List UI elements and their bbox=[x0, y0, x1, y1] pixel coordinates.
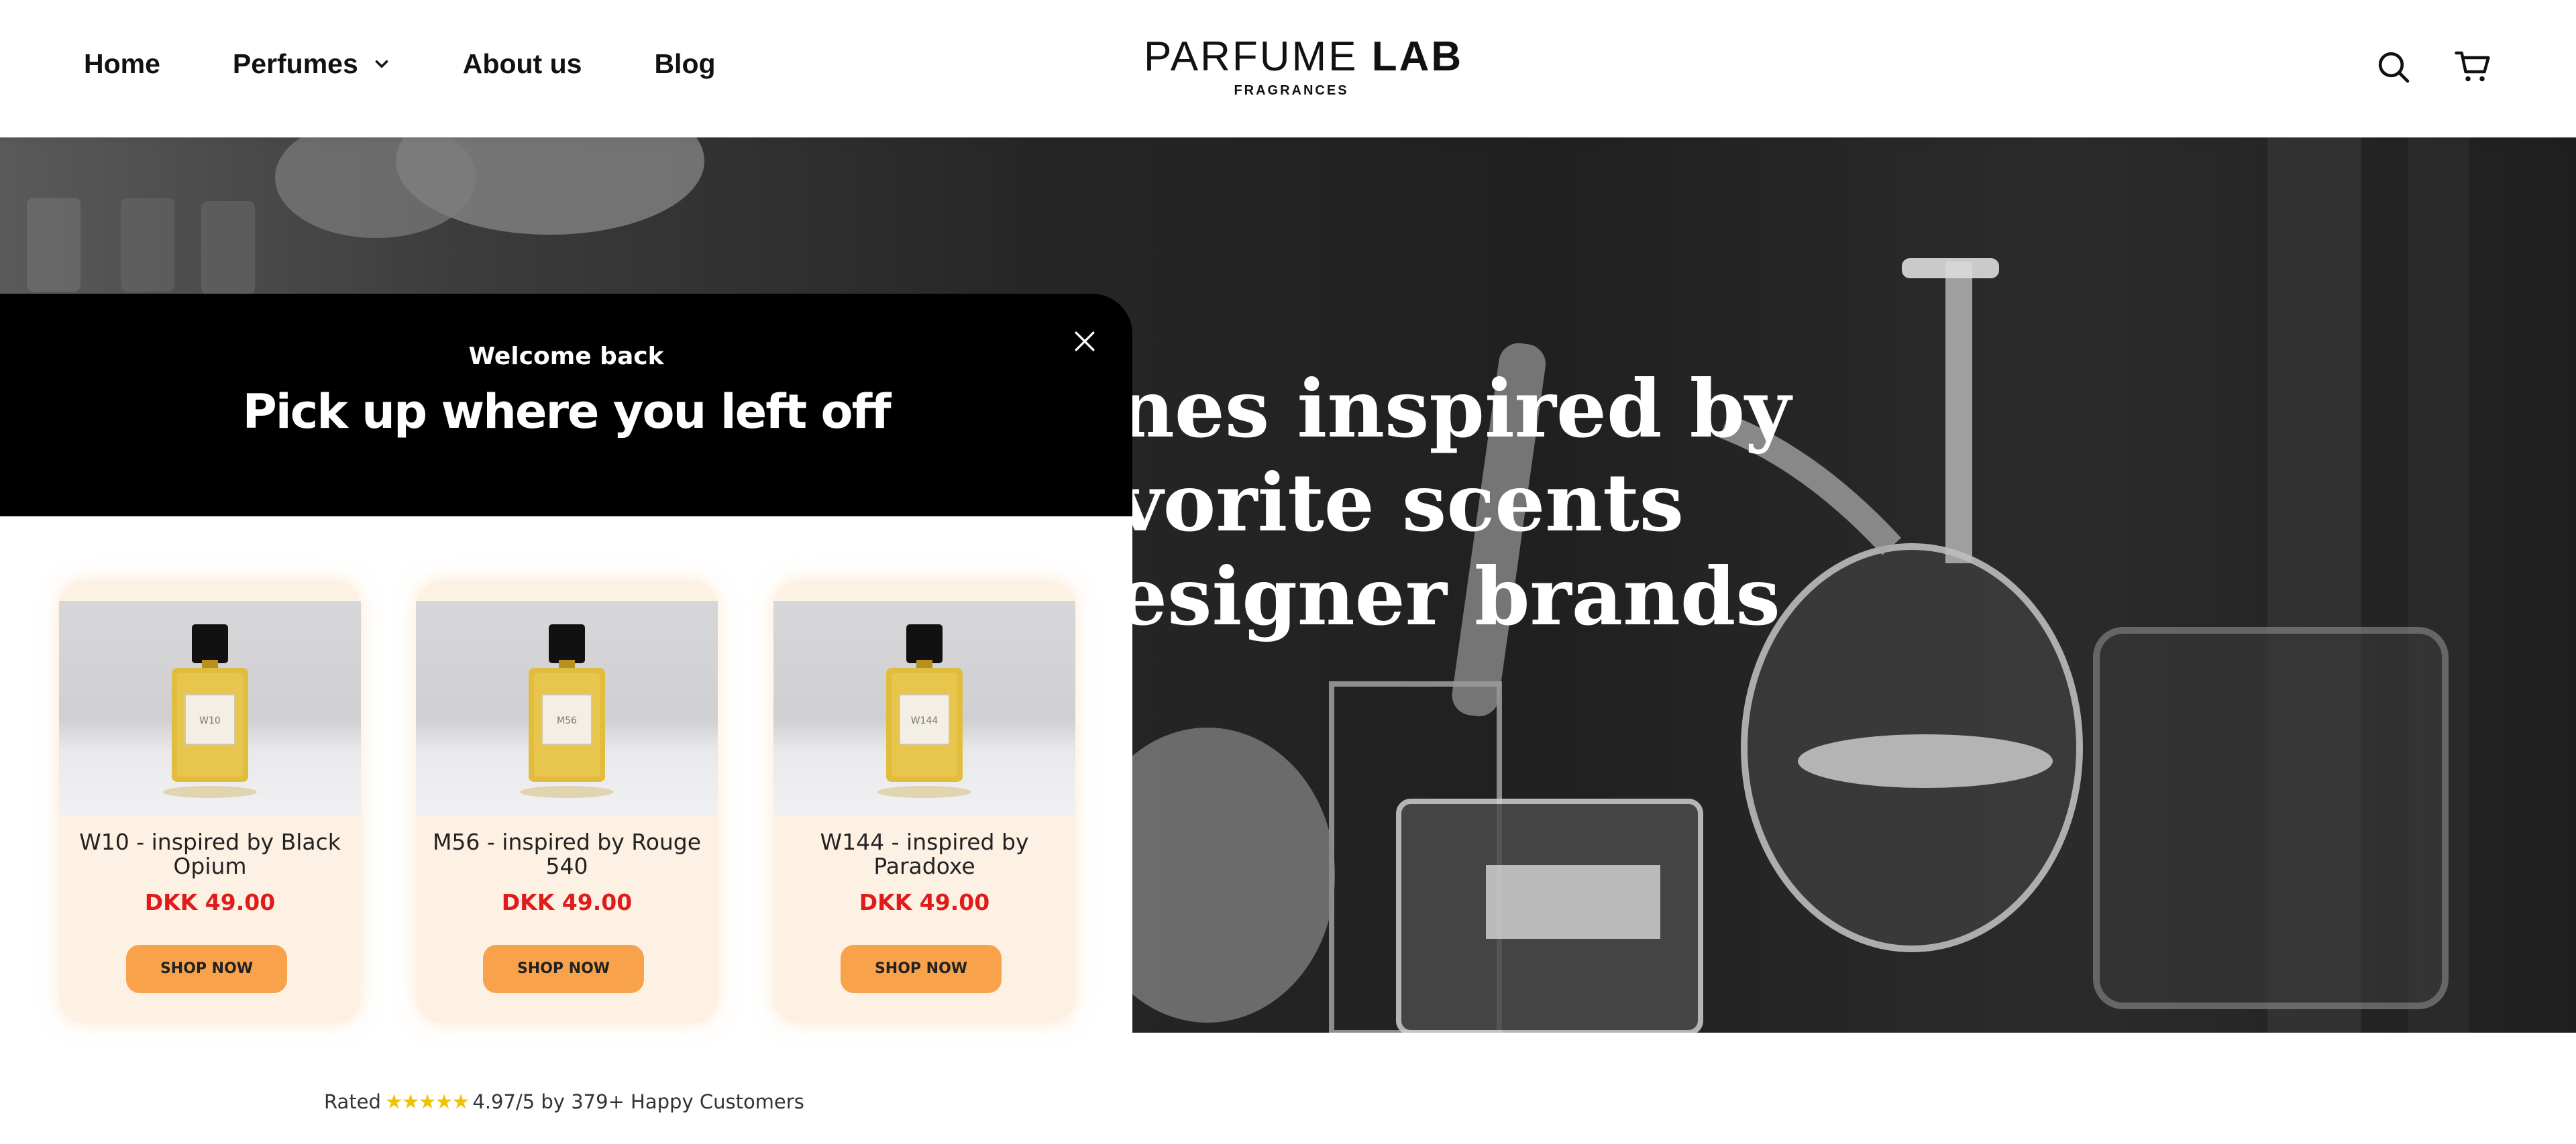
perfume-bottle-icon: M56 bbox=[520, 624, 614, 798]
popup-subtitle: Welcome back bbox=[468, 343, 664, 370]
product-image: W144 bbox=[773, 601, 1075, 815]
chevron-down-icon bbox=[375, 60, 388, 68]
nav-perfumes[interactable]: Perfumes bbox=[233, 48, 390, 80]
popup-header: Welcome back Pick up where you left off bbox=[0, 294, 1132, 516]
shop-now-button[interactable]: SHOP NOW bbox=[483, 945, 644, 993]
popup-body: W10 W10 - inspired by Black Opium DKK 49… bbox=[0, 516, 1132, 1037]
hero-line-1: nes inspired by bbox=[1117, 362, 1791, 455]
welcome-back-popup: Welcome back Pick up where you left off … bbox=[0, 294, 1132, 1037]
rating-prefix: Rated bbox=[324, 1090, 381, 1113]
search-icon[interactable] bbox=[2375, 48, 2412, 86]
rating-text: 4.97/5 by 379+ Happy Customers bbox=[472, 1090, 804, 1113]
nav-home[interactable]: Home bbox=[84, 48, 160, 80]
hero-line-2: vorite scents bbox=[1117, 456, 1684, 549]
close-icon[interactable] bbox=[1070, 327, 1099, 356]
nav-blog[interactable]: Blog bbox=[654, 48, 715, 80]
main-nav: Home Perfumes About us Blog bbox=[84, 48, 788, 80]
customer-rating: Rated ★★★★★ 4.97/5 by 379+ Happy Custome… bbox=[324, 1088, 804, 1115]
cart-icon[interactable] bbox=[2454, 48, 2491, 86]
site-logo[interactable]: PARFUME LAB FRAGRANCES bbox=[1144, 32, 1461, 99]
nav-about-us-label: About us bbox=[462, 48, 582, 79]
nav-about-us[interactable]: About us bbox=[463, 48, 582, 80]
product-price: DKK 49.00 bbox=[501, 889, 633, 915]
product-name[interactable]: W144 - inspired by Paradoxe bbox=[787, 830, 1062, 878]
product-price: DKK 49.00 bbox=[144, 889, 276, 915]
bottle-label: M56 bbox=[557, 716, 577, 726]
bottle-label: W10 bbox=[199, 716, 221, 726]
product-name[interactable]: W10 - inspired by Black Opium bbox=[72, 830, 347, 878]
product-image: M56 bbox=[416, 601, 718, 815]
perfume-bottle-icon: W10 bbox=[163, 624, 257, 798]
logo-bold-text: LAB bbox=[1371, 34, 1464, 80]
product-name[interactable]: M56 - inspired by Rouge 540 bbox=[429, 830, 704, 878]
site-header: Home Perfumes About us Blog PARFUME LAB … bbox=[0, 0, 2576, 137]
popup-title: Pick up where you left off bbox=[242, 384, 891, 439]
nav-blog-label: Blog bbox=[654, 48, 716, 79]
shop-now-button[interactable]: SHOP NOW bbox=[126, 945, 287, 993]
nav-perfumes-label: Perfumes bbox=[232, 48, 358, 79]
product-image: W10 bbox=[59, 601, 361, 815]
hero-headline: nes inspired by vorite scents esigner br… bbox=[1117, 362, 1922, 644]
product-card[interactable]: W10 W10 - inspired by Black Opium DKK 49… bbox=[59, 581, 361, 1023]
perfume-bottle-icon: W144 bbox=[877, 624, 971, 798]
logo-wordmark: PARFUME LAB bbox=[1144, 32, 1461, 82]
logo-light-text: PARFUME bbox=[1144, 34, 1372, 80]
product-card[interactable]: M56 M56 - inspired by Rouge 540 DKK 49.0… bbox=[416, 581, 718, 1023]
product-card[interactable]: W144 W144 - inspired by Paradoxe DKK 49.… bbox=[773, 581, 1075, 1023]
shop-now-button[interactable]: SHOP NOW bbox=[841, 945, 1002, 993]
nav-home-label: Home bbox=[84, 48, 160, 79]
rating-stars-icon: ★★★★★ bbox=[384, 1090, 470, 1114]
hero-line-3: esigner brands bbox=[1117, 550, 1780, 643]
logo-subtitle: FRAGRANCES bbox=[1234, 83, 1349, 98]
product-price: DKK 49.00 bbox=[859, 889, 990, 915]
bottle-label: W144 bbox=[911, 716, 938, 726]
